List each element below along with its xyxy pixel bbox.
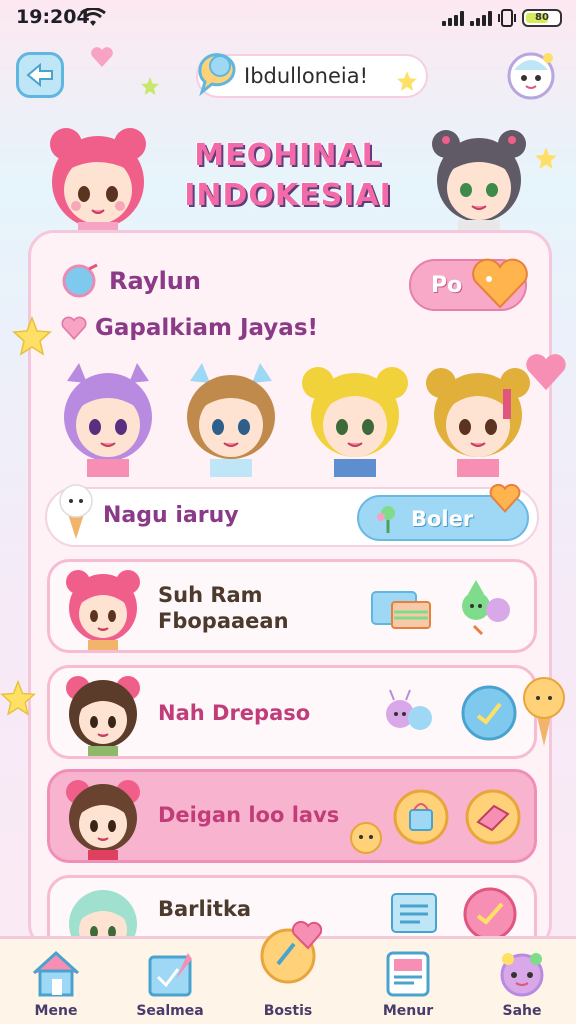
list-item[interactable]: Nah Drepaso (47, 665, 537, 759)
status-time: 19:204 (16, 6, 90, 28)
eraser-icon[interactable] (464, 788, 522, 846)
list-item-active[interactable]: Deigan loo lavs (47, 769, 537, 863)
avatar-pink-girl-icon (66, 570, 140, 650)
header: MEOHINAL INDOKESIAI (0, 116, 576, 236)
profile-row[interactable]: Raylun (61, 261, 201, 301)
vibrate-icon (498, 9, 516, 27)
avatar-brunette-girl-icon (66, 780, 140, 860)
section-button-label: Boler (411, 507, 474, 531)
gift-bag-icon[interactable] (392, 788, 450, 846)
nav-profile[interactable]: Sahe (474, 947, 570, 1023)
section-title: Nagu iaruy (103, 503, 239, 528)
nav-schedule[interactable]: Sealmea (122, 947, 218, 1023)
star-icon (12, 316, 52, 356)
nav-label: Sahe (502, 1003, 542, 1019)
ice-cream-icon (59, 484, 93, 539)
avatar-brown-girl-icon (66, 676, 140, 756)
back-arrow-icon (26, 63, 53, 87)
nav-label: Menur (382, 1003, 434, 1019)
list-item-title: Suh Ram Fbopaaean (158, 583, 289, 633)
friends-row (53, 359, 533, 477)
check-badge-icon[interactable] (462, 886, 518, 942)
app-title-line1: MEOHINAL (194, 138, 382, 173)
chat-bubble-icon (198, 53, 236, 96)
heart-icon (61, 316, 87, 340)
ice-cream-icon (523, 677, 565, 746)
status-bar: 19:204 80 (0, 0, 576, 36)
nav-label: Bostis (263, 1003, 313, 1019)
wifi-icon (80, 8, 106, 26)
calendar-heart-icon (148, 953, 192, 997)
avatar-pink-girl-icon (50, 128, 146, 234)
signal-icon-2 (470, 10, 492, 26)
heart-icon (489, 483, 521, 513)
avatar-gray-girl-icon (432, 130, 526, 234)
heart-icon (91, 47, 113, 67)
house-icon (32, 950, 80, 997)
mascot-icon[interactable] (504, 48, 558, 102)
app-title: MEOHINAL INDOKESIAI (180, 136, 396, 216)
battery-level: 80 (535, 12, 549, 23)
star-icon (141, 77, 159, 95)
nav-menu[interactable]: Menur (360, 947, 456, 1023)
friend-avatar-blonde-icon[interactable] (300, 359, 410, 477)
profile-button[interactable]: Po (409, 258, 528, 311)
nav-label: Mene (34, 1003, 78, 1019)
nav-home[interactable]: Mene (8, 947, 104, 1023)
heart-bubble-icon[interactable] (258, 920, 322, 984)
flower-icon (377, 506, 395, 533)
section-button[interactable]: Boler (357, 483, 529, 541)
mascot-icon (500, 953, 544, 997)
username: Raylun (109, 267, 201, 295)
search-bar[interactable] (196, 53, 428, 98)
star-icon (535, 147, 557, 169)
top-bar (0, 40, 576, 112)
balloon-icon (62, 263, 98, 298)
friend-avatar-purple-icon[interactable] (53, 359, 163, 477)
pet-creature-icon[interactable] (454, 576, 518, 636)
document-icon[interactable] (388, 890, 442, 940)
star-icon (397, 71, 417, 91)
app-title-line2: INDOKESIAI (184, 178, 392, 213)
check-circle-icon[interactable] (460, 684, 518, 742)
heart-bubble-icon (472, 258, 528, 309)
list-item-title: Barlitka (158, 897, 252, 921)
heart-icon (526, 354, 566, 391)
star-icon (0, 680, 36, 716)
back-button[interactable] (16, 52, 64, 98)
photo-card-icon[interactable] (370, 586, 434, 632)
bubble-friends-icon[interactable] (380, 688, 440, 742)
list-item-title: Deigan loo lavs (158, 803, 340, 827)
section-header: Nagu iaruy Boler (45, 483, 539, 547)
friend-avatar-gold-icon[interactable] (423, 359, 533, 477)
tablet-icon (386, 951, 430, 997)
battery-icon: 80 (522, 9, 562, 27)
nav-label: Sealmea (136, 1003, 204, 1019)
cookie-icon (350, 822, 382, 854)
friend-avatar-brown-icon[interactable] (176, 359, 286, 477)
signal-icon (442, 10, 464, 26)
profile-button-label: Po (431, 272, 463, 298)
greeting-row: Gapalkiam Jayas! (61, 315, 318, 341)
search-input[interactable] (244, 64, 404, 88)
list-item[interactable]: Suh Ram Fbopaaean (47, 559, 537, 653)
main-card: Raylun Po Gapalkiam Jayas! Nagu iaruy Bo… (28, 230, 552, 950)
list-item-title: Nah Drepaso (158, 701, 311, 725)
greeting-text: Gapalkiam Jayas! (95, 315, 319, 341)
